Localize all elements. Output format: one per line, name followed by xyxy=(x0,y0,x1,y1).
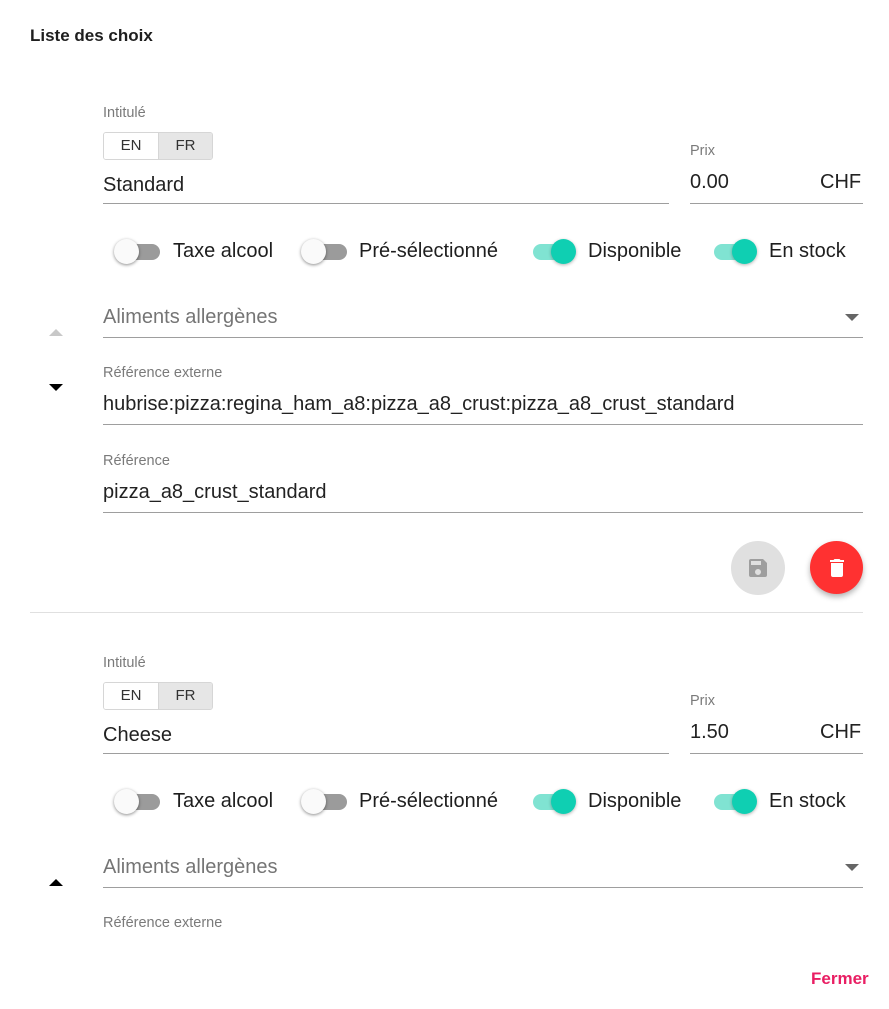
ref-input[interactable]: pizza_a8_crust_standard xyxy=(103,481,326,504)
preselected-toggle[interactable] xyxy=(301,787,351,815)
in-stock-label: En stock xyxy=(769,240,846,262)
allergens-select-underline xyxy=(103,337,863,338)
available-toggle[interactable] xyxy=(527,787,577,815)
lang-en-button[interactable]: EN xyxy=(104,133,158,159)
price-input[interactable]: 1.50 xyxy=(690,721,729,744)
available-label: Disponible xyxy=(588,240,682,262)
close-button[interactable]: Fermer xyxy=(811,969,869,989)
ref-underline xyxy=(103,512,863,513)
external-ref-label: Référence externe xyxy=(103,915,223,931)
lang-en-button[interactable]: EN xyxy=(104,683,158,709)
allergens-select-underline xyxy=(103,887,863,888)
in-stock-toggle[interactable] xyxy=(708,237,758,265)
section-title: Liste des choix xyxy=(30,26,153,45)
title-label: Intitulé xyxy=(103,655,146,671)
alcohol-tax-label: Taxe alcool xyxy=(173,790,274,812)
name-input[interactable]: Cheese xyxy=(103,724,172,747)
caret-down-icon[interactable] xyxy=(845,314,859,321)
preselected-toggle[interactable] xyxy=(301,237,351,265)
name-input[interactable]: Standard xyxy=(103,174,184,197)
ref-label: Référence xyxy=(103,453,170,469)
move-up-icon xyxy=(49,329,63,336)
in-stock-label: En stock xyxy=(769,790,846,812)
external-ref-underline xyxy=(103,424,863,425)
allergens-select[interactable]: Aliments allergènes xyxy=(103,856,278,879)
move-up-icon[interactable] xyxy=(49,879,63,886)
caret-down-icon[interactable] xyxy=(845,864,859,871)
alcohol-tax-label: Taxe alcool xyxy=(173,240,274,262)
floppy-disk-icon xyxy=(749,559,767,577)
currency-label: CHF xyxy=(820,171,862,193)
delete-button[interactable] xyxy=(810,541,863,594)
name-input-underline xyxy=(103,753,669,754)
language-switch: EN FR xyxy=(103,132,213,160)
preselected-label: Pré-sélectionné xyxy=(359,790,498,812)
name-input-underline xyxy=(103,203,669,204)
price-label: Prix xyxy=(690,693,715,709)
save-button[interactable] xyxy=(731,541,785,595)
move-down-icon[interactable] xyxy=(49,384,63,391)
alcohol-tax-toggle[interactable] xyxy=(114,787,164,815)
preselected-label: Pré-sélectionné xyxy=(359,240,498,262)
price-input-underline xyxy=(690,753,863,754)
in-stock-toggle[interactable] xyxy=(708,787,758,815)
currency-label: CHF xyxy=(820,721,862,743)
external-ref-input[interactable]: hubrise:pizza:regina_ham_a8:pizza_a8_cru… xyxy=(103,393,735,416)
lang-fr-button[interactable]: FR xyxy=(158,133,212,159)
trash-icon xyxy=(829,558,844,577)
price-input-underline xyxy=(690,203,863,204)
alcohol-tax-toggle[interactable] xyxy=(114,237,164,265)
price-input[interactable]: 0.00 xyxy=(690,171,729,194)
lang-fr-button[interactable]: FR xyxy=(158,683,212,709)
allergens-select[interactable]: Aliments allergènes xyxy=(103,306,278,329)
external-ref-label: Référence externe xyxy=(103,365,223,381)
available-toggle[interactable] xyxy=(527,237,577,265)
choice-divider xyxy=(30,612,863,613)
language-switch: EN FR xyxy=(103,682,213,710)
available-label: Disponible xyxy=(588,790,682,812)
title-label: Intitulé xyxy=(103,105,146,121)
price-label: Prix xyxy=(690,143,715,159)
